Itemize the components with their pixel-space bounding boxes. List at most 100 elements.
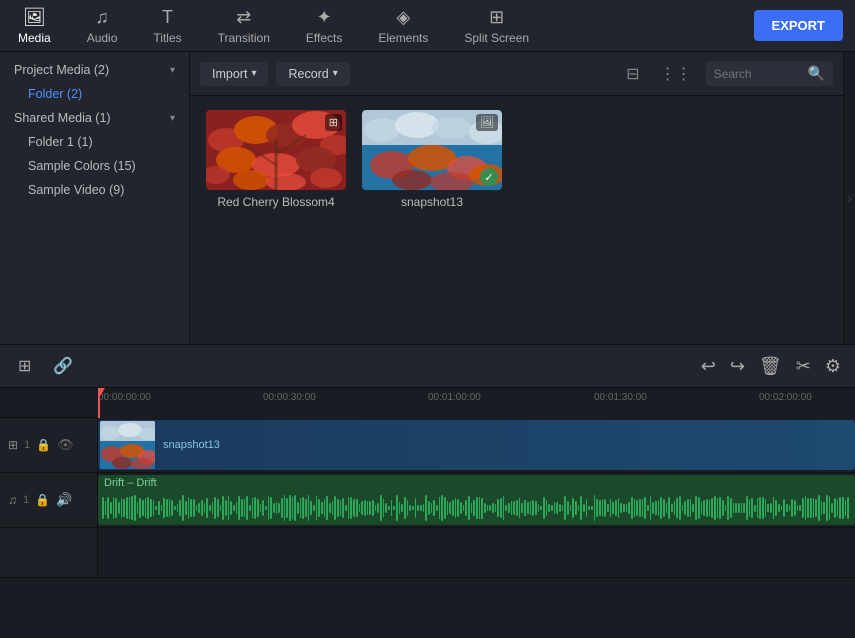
audio-volume-icon[interactable]: 🔊 bbox=[56, 492, 72, 508]
waveform-bar bbox=[179, 500, 181, 517]
cut-button[interactable]: ✂ bbox=[796, 356, 811, 377]
waveform-bar bbox=[420, 505, 422, 510]
waveform-bar bbox=[444, 497, 446, 518]
waveform-bar bbox=[201, 500, 203, 516]
waveform-bar bbox=[439, 497, 441, 520]
filter-icon[interactable]: ⊟ bbox=[620, 64, 645, 84]
waveform-bar bbox=[155, 506, 157, 511]
waveform-bar bbox=[364, 500, 366, 516]
audio-lock-icon[interactable]: 🔒 bbox=[35, 493, 50, 507]
extra-track-content bbox=[98, 528, 855, 577]
export-button[interactable]: EXPORT bbox=[754, 10, 843, 41]
waveform-bar bbox=[797, 505, 799, 511]
chevron-down-icon: ▾ bbox=[170, 65, 175, 76]
waveform-bar bbox=[540, 506, 542, 511]
waveform-bar bbox=[762, 497, 764, 520]
toolbar-effects[interactable]: ✦ Effects bbox=[288, 0, 360, 52]
grid-icon[interactable]: ⋮⋮ bbox=[654, 64, 698, 84]
import-button[interactable]: Import ▾ bbox=[200, 62, 268, 86]
waveform-bar bbox=[775, 500, 777, 515]
waveform-bar bbox=[773, 497, 775, 519]
waveform-bar bbox=[447, 501, 449, 516]
waveform-bar bbox=[516, 500, 518, 516]
search-icon[interactable]: 🔍 bbox=[808, 65, 825, 82]
waveform-bar bbox=[297, 502, 299, 515]
toolbar-transition-label: Transition bbox=[218, 31, 270, 45]
settings-button[interactable]: ⚙ bbox=[825, 356, 841, 377]
waveform-bar bbox=[701, 502, 703, 514]
waveform-bar bbox=[580, 496, 582, 520]
audio-track-row: ♫ 1 🔒 🔊 Drift – Drift bbox=[0, 473, 855, 528]
sidebar-item-sample-colors[interactable]: Sample Colors (15) bbox=[0, 154, 189, 178]
sidebar-item-sample-video[interactable]: Sample Video (9) bbox=[0, 178, 189, 202]
toolbar-transition[interactable]: ⇄ Transition bbox=[200, 0, 288, 52]
waveform-bar bbox=[308, 495, 310, 520]
waveform-bar bbox=[273, 503, 275, 512]
waveform-bar bbox=[204, 503, 206, 514]
toolbar-media[interactable]: 🖼 Media bbox=[0, 0, 69, 52]
check-icon: ✓ bbox=[480, 168, 498, 186]
import-label: Import bbox=[212, 67, 247, 81]
waveform-bar bbox=[375, 505, 377, 510]
waveform-bar bbox=[460, 502, 462, 513]
delete-button[interactable]: 🗑 bbox=[759, 356, 782, 377]
waveform-bar bbox=[733, 503, 735, 513]
right-panel-collapse[interactable]: › bbox=[843, 52, 855, 344]
media-item-red-cherry[interactable]: ⊞ Red Cherry Blossom4 bbox=[206, 110, 346, 209]
waveform-bar bbox=[647, 505, 649, 510]
waveform-bar bbox=[813, 498, 815, 518]
waveform-bar bbox=[610, 499, 612, 517]
redo-button[interactable]: ↪ bbox=[730, 356, 745, 377]
toolbar-audio[interactable]: ♫ Audio bbox=[69, 0, 136, 52]
waveform-bar bbox=[337, 499, 339, 516]
audio-clip[interactable]: Drift – Drift bbox=[98, 475, 855, 525]
waveform-bar bbox=[575, 501, 577, 514]
waveform-bar bbox=[778, 504, 780, 513]
sidebar-item-folder-2[interactable]: Folder (2) bbox=[0, 82, 189, 106]
waveform-bar bbox=[126, 497, 128, 518]
playhead[interactable] bbox=[98, 388, 100, 418]
waveform-bar bbox=[185, 501, 187, 514]
toolbar-elements[interactable]: ◈ Elements bbox=[360, 0, 446, 52]
main-area: Project Media (2) ▾ Folder (2) Shared Me… bbox=[0, 52, 855, 344]
waveform-bar bbox=[163, 498, 165, 517]
lock-icon[interactable]: 🔒 bbox=[36, 438, 51, 452]
waveform-bar bbox=[839, 497, 841, 520]
eye-icon[interactable]: 👁 bbox=[57, 437, 74, 453]
waveform-bar bbox=[110, 502, 112, 514]
sidebar-item-folder-1[interactable]: Folder 1 (1) bbox=[0, 130, 189, 154]
waveform-bar bbox=[129, 497, 131, 518]
record-button[interactable]: Record ▾ bbox=[276, 62, 349, 86]
waveform-bar bbox=[431, 503, 433, 514]
waveform-bar bbox=[169, 499, 171, 518]
toolbar-audio-label: Audio bbox=[87, 31, 118, 45]
sidebar-item-shared-media[interactable]: Shared Media (1) ▾ bbox=[0, 106, 189, 130]
split-screen-icon: ⊞ bbox=[489, 7, 504, 28]
waveform-bar bbox=[423, 504, 425, 512]
sidebar: Project Media (2) ▾ Folder (2) Shared Me… bbox=[0, 52, 190, 344]
link-button[interactable]: 🔗 bbox=[49, 352, 77, 380]
video-clip[interactable]: snapshot13 bbox=[98, 420, 855, 470]
search-input[interactable] bbox=[714, 67, 804, 81]
waveform-bar bbox=[310, 501, 312, 516]
add-track-button[interactable]: ⊞ bbox=[14, 352, 35, 380]
waveform-bar bbox=[602, 499, 604, 517]
toolbar-titles[interactable]: T Titles bbox=[135, 0, 199, 52]
waveform-bar bbox=[356, 499, 358, 517]
toolbar-split-screen[interactable]: ⊞ Split Screen bbox=[446, 0, 547, 52]
waveform-bar bbox=[417, 505, 419, 510]
waveform-bar bbox=[818, 495, 820, 520]
media-item-snapshot13[interactable]: 🖼 ✓ snapshot13 bbox=[362, 110, 502, 209]
waveform-bar bbox=[799, 505, 801, 511]
waveform-bar bbox=[588, 506, 590, 511]
waveform-bar bbox=[150, 499, 152, 517]
sidebar-folder-1-label: Folder 1 (1) bbox=[28, 135, 93, 149]
waveform-bar bbox=[564, 496, 566, 519]
audio-waveform bbox=[98, 491, 855, 525]
undo-button[interactable]: ↩ bbox=[701, 356, 716, 377]
waveform-bar bbox=[313, 505, 315, 510]
waveform-bar bbox=[612, 502, 614, 514]
video-track-content: snapshot13 bbox=[98, 418, 855, 472]
sidebar-item-project-media[interactable]: Project Media (2) ▾ bbox=[0, 58, 189, 82]
waveform-bar bbox=[765, 499, 767, 516]
